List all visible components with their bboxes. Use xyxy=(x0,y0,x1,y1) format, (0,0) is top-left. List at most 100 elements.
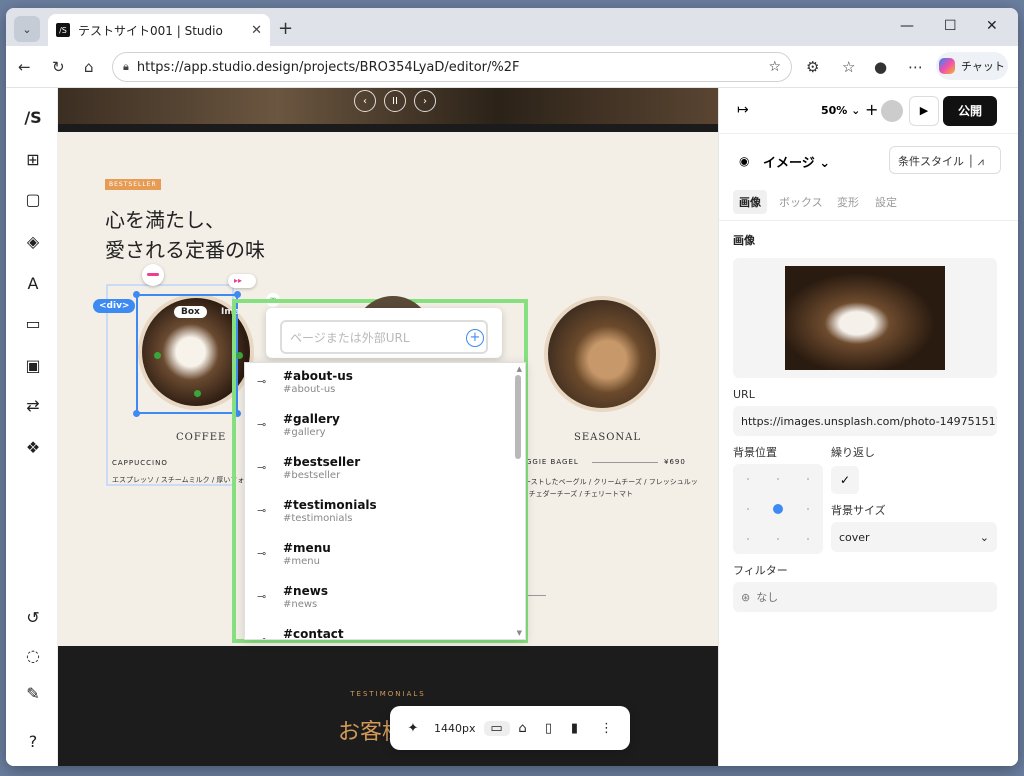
favorites-icon[interactable]: ☆ xyxy=(842,58,855,76)
tab-image[interactable]: 画像 xyxy=(733,190,767,214)
carousel-pause-icon[interactable]: II xyxy=(384,90,406,112)
product-code[interactable]: CAPPUCCINO xyxy=(112,459,168,467)
typography-icon[interactable]: A xyxy=(23,274,43,293)
minimize-icon[interactable]: — xyxy=(900,18,914,34)
browser-tab[interactable]: /S テストサイト001 | Studio ✕ xyxy=(48,14,270,46)
favorite-star-icon[interactable]: ☆ xyxy=(768,59,781,75)
tab-settings[interactable]: 設定 xyxy=(875,194,897,210)
folder-icon[interactable]: ▭ xyxy=(23,314,43,333)
bestseller-badge[interactable]: BESTSELLER xyxy=(105,179,161,190)
help-icon[interactable]: ? xyxy=(23,732,43,751)
box-chip[interactable]: Box xyxy=(174,306,207,318)
carousel-next-icon[interactable]: › xyxy=(414,90,436,112)
anchor-sub: #testimonials xyxy=(283,513,353,524)
url-field[interactable]: 🔒︎ https://app.studio.design/projects/BR… xyxy=(112,52,792,82)
extensions-icon[interactable]: ⚙ xyxy=(806,58,819,76)
anchor-item-testimonials[interactable]: ⊸ #testimonials #testimonials xyxy=(245,492,513,535)
link-icon: ⊸ xyxy=(257,633,267,640)
home-icon[interactable]: ⌂ xyxy=(84,58,94,76)
back-icon[interactable]: ← xyxy=(18,58,31,76)
anchor-label: #bestseller xyxy=(283,455,361,469)
scroll-down-icon[interactable]: ▼ xyxy=(517,629,522,637)
bagel-image[interactable] xyxy=(544,296,660,412)
studio-logo-icon[interactable]: /S xyxy=(23,108,43,127)
scroll-up-icon[interactable]: ▲ xyxy=(517,365,522,373)
add-link-icon[interactable]: + xyxy=(466,329,484,347)
history-icon[interactable]: ↺ xyxy=(23,608,43,627)
repeat-checkbox[interactable]: ✓ xyxy=(831,466,859,494)
spacing-toggle-icon[interactable] xyxy=(142,264,164,286)
more-options-icon[interactable]: ⋮ xyxy=(594,721,620,736)
div-tag-label[interactable]: <div> xyxy=(93,299,136,313)
anchor-item-bestseller[interactable]: ⊸ #bestseller #bestseller xyxy=(245,449,513,492)
resize-handle[interactable] xyxy=(234,291,241,298)
layers-icon[interactable]: ◈ xyxy=(23,232,43,251)
reload-icon[interactable]: ↻ xyxy=(52,58,65,76)
properties-panel: ↦ 50% ⌄ + ▶ 公開 ◉ イメージ ⌄ 条件スタイル │ ⩘ 画像 ボッ… xyxy=(718,88,1018,766)
tab-actions-button[interactable]: ⌄ xyxy=(14,16,40,42)
preview-button[interactable]: ▶ xyxy=(909,96,939,126)
publish-button[interactable]: 公開 xyxy=(943,96,997,126)
product-name[interactable]: COFFEE xyxy=(176,432,226,443)
product-price[interactable]: ¥690 xyxy=(664,458,686,466)
new-tab-icon[interactable]: + xyxy=(278,18,293,39)
image-assets-icon[interactable]: ▣ xyxy=(23,356,43,375)
product-name[interactable]: SEASONAL xyxy=(574,432,641,443)
invite-icon[interactable]: + xyxy=(865,100,878,119)
element-type-select[interactable]: イメージ ⌄ xyxy=(763,152,830,171)
tablet-icon[interactable]: ▯ xyxy=(536,721,562,736)
testimonials-label: TESTIMONIALS xyxy=(350,690,426,698)
product-description[interactable]: / チェダーチーズ / チェリートマト xyxy=(524,488,633,500)
comments-icon[interactable]: ◌ xyxy=(23,646,43,665)
anchor-item-contact[interactable]: ⊸ #contact xyxy=(245,621,513,640)
image-preview[interactable] xyxy=(733,258,997,378)
bg-position-grid[interactable] xyxy=(733,464,823,554)
laptop-icon[interactable]: ⌂ xyxy=(510,721,536,736)
desktop-icon[interactable]: ▭ xyxy=(483,720,510,736)
animation-icon[interactable]: ▸▸ xyxy=(228,274,256,288)
condition-style-button[interactable]: 条件スタイル │ ⩘ xyxy=(889,146,1001,174)
green-handle[interactable] xyxy=(194,390,201,397)
anchor-item-menu[interactable]: ⊸ #menu #menu xyxy=(245,535,513,578)
filter-field[interactable]: ⊛ なし xyxy=(733,582,997,612)
lock-icon: 🔒︎ xyxy=(123,60,129,73)
avatar[interactable] xyxy=(881,100,903,122)
carousel-prev-icon[interactable]: ‹ xyxy=(354,90,376,112)
product-description[interactable]: ーストしたベーグル / クリームチーズ / フレッシュルッ xyxy=(524,476,698,488)
profile-icon[interactable]: ● xyxy=(874,58,887,76)
canvas-width[interactable]: 1440px xyxy=(434,722,476,735)
product-code[interactable]: GGIE BAGEL xyxy=(526,458,579,466)
close-tab-icon[interactable]: ✕ xyxy=(251,23,262,38)
bg-position-selected[interactable] xyxy=(773,504,783,514)
section-headline[interactable]: 心を満たし、 愛される定番の味 xyxy=(105,205,265,265)
image-url-field[interactable]: https://images.unsplash.com/photo-149751… xyxy=(733,406,997,436)
more-icon[interactable]: ⋯ xyxy=(908,58,923,76)
pen-icon[interactable]: ✎ xyxy=(23,684,43,703)
tab-box[interactable]: ボックス xyxy=(779,194,823,210)
link-url-input[interactable]: ページまたは外部URL xyxy=(280,320,488,354)
copilot-chat-button[interactable]: チャット xyxy=(936,52,1008,80)
sparkle-icon[interactable]: ✦ xyxy=(400,721,426,736)
collapse-panel-icon[interactable]: ↦ xyxy=(737,102,749,118)
add-element-icon[interactable]: ⊞ xyxy=(23,150,43,169)
close-window-icon[interactable]: ✕ xyxy=(986,18,998,34)
resize-handle[interactable] xyxy=(133,410,140,417)
anchor-item-about-us[interactable]: ⊸ #about-us #about-us xyxy=(245,363,513,406)
visibility-icon[interactable]: ◉ xyxy=(739,154,749,168)
anchor-item-gallery[interactable]: ⊸ #gallery #gallery xyxy=(245,406,513,449)
bg-size-select[interactable]: cover ⌄ xyxy=(831,522,997,552)
design-canvas[interactable]: ‹ II › BESTSELLER 心を満たし、 愛される定番の味 Box Im… xyxy=(58,88,718,766)
condition-style-label: 条件スタイル xyxy=(898,155,964,168)
mobile-icon[interactable]: ▮ xyxy=(562,721,588,736)
zoom-level[interactable]: 50% ⌄ xyxy=(821,104,860,117)
green-handle[interactable] xyxy=(154,352,161,359)
anchor-item-news[interactable]: ⊸ #news #news xyxy=(245,578,513,621)
pages-icon[interactable]: ▢ xyxy=(23,190,43,209)
resize-handle[interactable] xyxy=(133,291,140,298)
components-icon[interactable]: ❖ xyxy=(23,438,43,457)
maximize-icon[interactable]: ☐ xyxy=(944,18,957,34)
cms-icon[interactable]: ⇄ xyxy=(23,396,43,415)
bg-position-label: 背景位置 xyxy=(733,446,777,459)
dropdown-scrollbar[interactable] xyxy=(515,375,521,459)
tab-transform[interactable]: 変形 xyxy=(837,194,859,210)
